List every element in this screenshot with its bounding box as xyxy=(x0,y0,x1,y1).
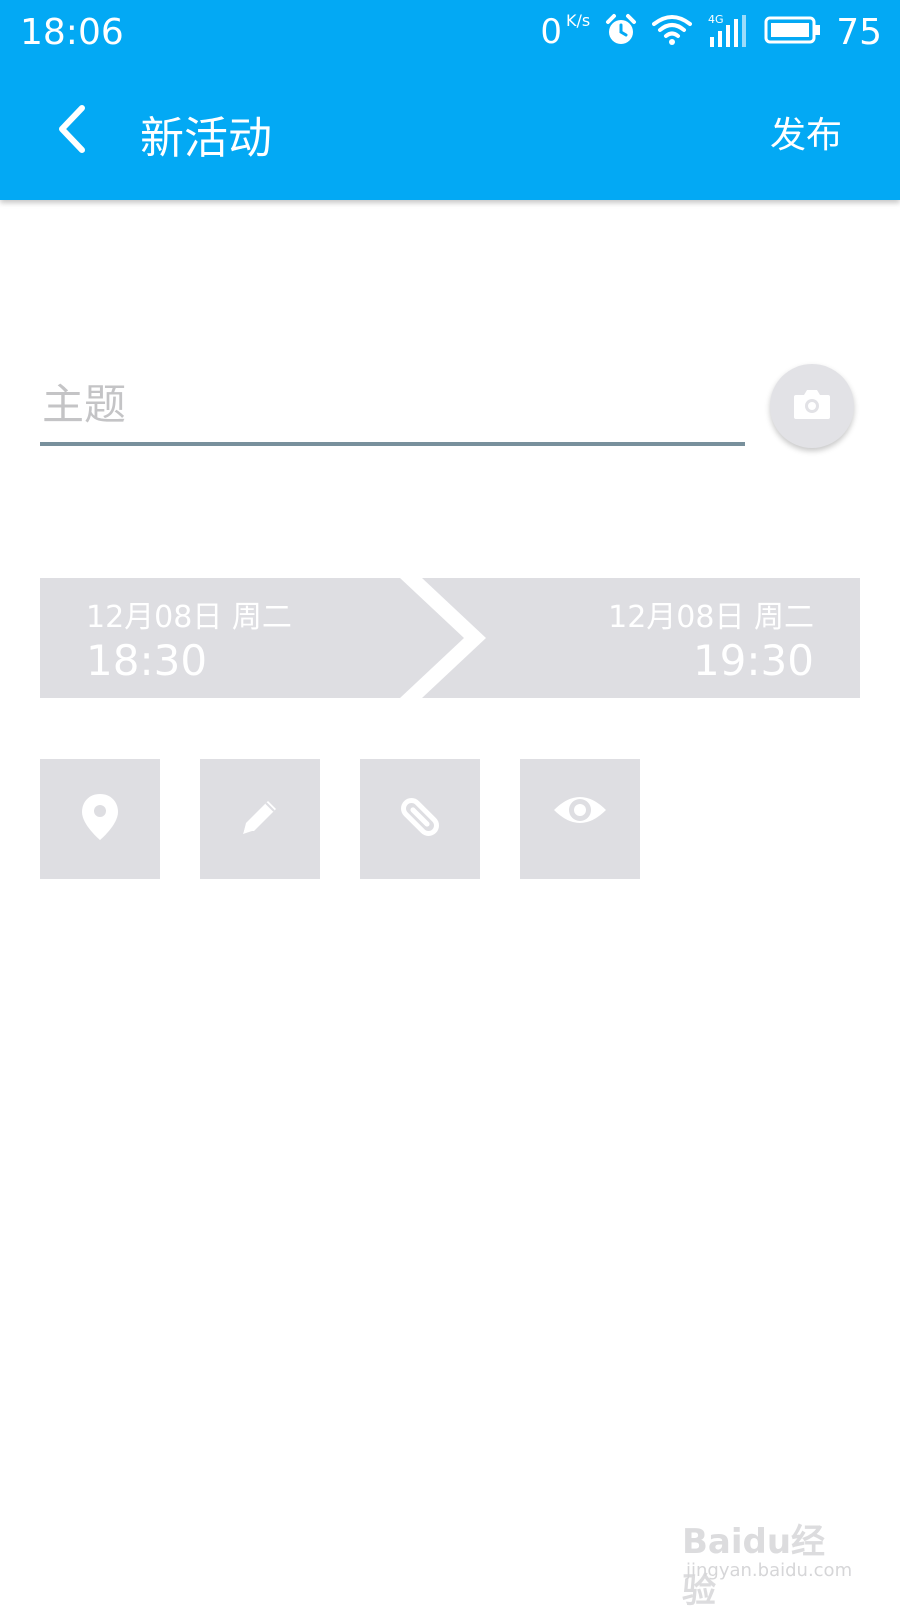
pencil-icon xyxy=(236,793,284,845)
subject-field xyxy=(40,366,745,446)
battery-percent: 75 xyxy=(836,12,882,53)
visibility-button[interactable] xyxy=(520,759,640,879)
eye-icon xyxy=(552,790,608,834)
time-range-selector[interactable]: 12月08日 周二 18:30 12月08日 周二 19:30 xyxy=(40,578,860,698)
net-speed: 0 K/s xyxy=(540,12,590,52)
net-speed-value: 0 xyxy=(540,12,562,52)
camera-icon xyxy=(792,387,832,425)
end-time: 19:30 xyxy=(693,636,814,685)
subject-input[interactable] xyxy=(40,366,745,442)
page-title: 新活动 xyxy=(140,102,272,166)
back-arrow-icon xyxy=(54,104,90,158)
top-bar: 18:06 0 K/s xyxy=(0,0,900,200)
chevron-right-icon xyxy=(400,578,500,698)
end-date: 12月08日 周二 xyxy=(608,592,814,636)
watermark-url: jingyan.baidu.com xyxy=(686,1560,852,1581)
location-pin-icon xyxy=(80,792,120,846)
status-time: 18:06 xyxy=(20,12,124,53)
network-type-label: 4G xyxy=(708,13,724,26)
status-icons: 0 K/s 4 xyxy=(540,10,882,54)
start-time: 18:30 xyxy=(86,636,207,685)
battery-icon xyxy=(764,15,822,49)
location-button[interactable] xyxy=(40,759,160,879)
paperclip-icon xyxy=(396,793,444,845)
start-date: 12月08日 周二 xyxy=(86,592,292,636)
alarm-icon xyxy=(604,13,638,51)
watermark: Baidu经验 jingyan.baidu.com xyxy=(682,1506,852,1586)
status-bar: 18:06 0 K/s xyxy=(0,0,900,64)
back-button[interactable] xyxy=(40,92,104,170)
cellular-signal-icon: 4G xyxy=(706,13,750,51)
camera-button[interactable] xyxy=(770,364,854,448)
wifi-icon xyxy=(652,14,692,50)
publish-button[interactable]: 发布 xyxy=(770,106,842,158)
note-button[interactable] xyxy=(200,759,320,879)
attachment-button[interactable] xyxy=(360,759,480,879)
net-speed-unit: K/s xyxy=(566,12,590,30)
app-bar: 新活动 发布 xyxy=(0,64,900,200)
